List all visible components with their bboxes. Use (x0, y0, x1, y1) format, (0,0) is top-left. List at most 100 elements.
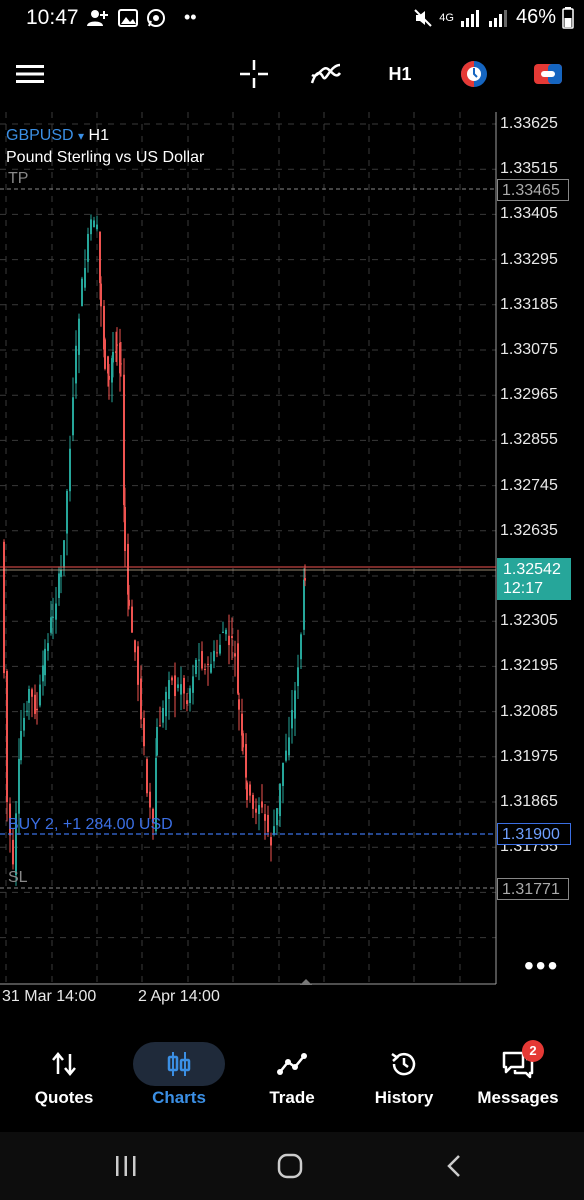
candle-bull (23, 717, 25, 731)
candle-bear (216, 652, 218, 654)
back-icon (447, 1155, 460, 1177)
candle-bear (12, 839, 14, 865)
nav-trade[interactable]: Trade (234, 1032, 350, 1132)
candle-bear (255, 808, 257, 813)
crosshair-button[interactable] (232, 36, 276, 112)
nav-quotes-label: Quotes (34, 1088, 94, 1107)
network-type: 4G (439, 11, 454, 24)
candle-bull (55, 603, 57, 620)
candle-bear (261, 801, 263, 808)
candle-bull (288, 737, 290, 756)
candle-bear (143, 717, 145, 747)
tp-price-box: 1.33465 (497, 179, 569, 201)
menu-button[interactable] (10, 36, 50, 112)
time-label-2: 2 Apr 14:00 (138, 988, 220, 1005)
signal-icon (460, 9, 479, 27)
price-axis-label: 1.31865 (500, 793, 558, 810)
trade-line-icon (277, 1053, 307, 1075)
candle-bull (96, 224, 98, 230)
one-click-trading-icon (461, 61, 487, 87)
candle-bull (66, 490, 68, 534)
candle-bear (6, 670, 8, 803)
indicators-button[interactable] (304, 36, 348, 112)
chart-area[interactable]: GBPUSD ▾ H1 Pound Sterling vs US Dollar … (0, 112, 584, 1032)
nav-messages[interactable]: 2 Messages (460, 1032, 576, 1132)
candle-bull (300, 634, 302, 660)
buy-order-label[interactable]: BUY 2, +1 284.00 USD (8, 816, 173, 834)
candle-bull (165, 691, 167, 717)
nav-history-label: History (374, 1088, 434, 1107)
symbol-timeframe: H1 (88, 127, 109, 144)
recents-icon (116, 1156, 136, 1176)
candle-bull (28, 688, 30, 703)
candle-bull (162, 708, 164, 723)
crosshair-icon (240, 60, 268, 88)
price-axis-label: 1.32635 (500, 521, 558, 539)
candle-bull (39, 684, 41, 706)
candle-bear (201, 651, 203, 669)
candle-bull (84, 267, 86, 288)
one-click-trading-button[interactable] (452, 36, 496, 112)
candle-bull (47, 643, 49, 651)
candle-bear (186, 700, 188, 704)
candle-bull (219, 644, 221, 654)
candle-bull (282, 762, 284, 786)
symbol-name[interactable]: GBPUSD (6, 127, 74, 144)
recents-button[interactable] (76, 1132, 176, 1200)
candle-bear (124, 507, 126, 551)
bar-time-left: 12:17 (503, 580, 544, 597)
candle-bear (131, 606, 133, 633)
candle-bear (36, 708, 38, 711)
candle-bull (192, 676, 194, 693)
candle-bull (198, 659, 200, 661)
candle-bear (99, 231, 101, 283)
home-button[interactable] (240, 1132, 340, 1200)
price-axis-label: 1.33625 (500, 115, 558, 132)
candle-bear (149, 791, 151, 808)
candle-bull (90, 219, 92, 235)
candle-bull (63, 540, 65, 568)
candle-bear (174, 675, 176, 697)
candle-bull (44, 648, 46, 676)
trade-button[interactable] (526, 36, 570, 112)
back-button[interactable] (404, 1132, 504, 1200)
nav-history[interactable]: History (346, 1032, 462, 1132)
price-axis-label: 1.33185 (500, 295, 558, 313)
candle-bull (189, 688, 191, 704)
candle-bull (60, 570, 62, 577)
symbol-dropdown-icon[interactable]: ▾ (78, 129, 84, 143)
candle-bear (171, 677, 173, 681)
candle-bull (297, 667, 299, 687)
candle-bear (137, 646, 139, 685)
chart-symbol[interactable]: GBPUSD ▾ H1 (6, 127, 109, 145)
candle-bear (146, 759, 148, 794)
timeframe-button[interactable]: H1 (378, 36, 422, 112)
nav-trade-label: Trade (269, 1088, 315, 1107)
history-icon (391, 1052, 416, 1076)
whatsapp-icon (147, 8, 165, 27)
candle-bear (304, 578, 306, 581)
candle-bull (225, 629, 227, 635)
price-axis-label: 1.33295 (500, 250, 558, 268)
tp-label: TP (8, 170, 29, 187)
quotes-arrows-icon (52, 1052, 76, 1076)
menu-icon (16, 65, 44, 83)
candle-bull (87, 233, 89, 262)
candle-bull (195, 659, 197, 674)
candle-bear (31, 689, 33, 697)
bottom-navigation: Quotes Charts Trade History 2 Messages (0, 1032, 584, 1132)
price-axis-label: 1.32305 (500, 612, 558, 630)
candle-bear (231, 636, 233, 639)
candle-bear (3, 541, 5, 674)
more-options-icon[interactable]: ••• (524, 950, 559, 982)
candle-bull (222, 631, 224, 634)
status-right-icons: 4G 46% (413, 6, 574, 29)
nav-messages-label: Messages (477, 1088, 559, 1107)
nav-quotes[interactable]: Quotes (6, 1032, 122, 1132)
candle-bull (18, 758, 20, 814)
system-navigation-bar (0, 1132, 584, 1200)
nav-charts-label: Charts (152, 1088, 206, 1107)
candles-icon (167, 1052, 191, 1076)
nav-charts[interactable]: Charts (121, 1032, 237, 1132)
candle-bull (69, 448, 71, 492)
